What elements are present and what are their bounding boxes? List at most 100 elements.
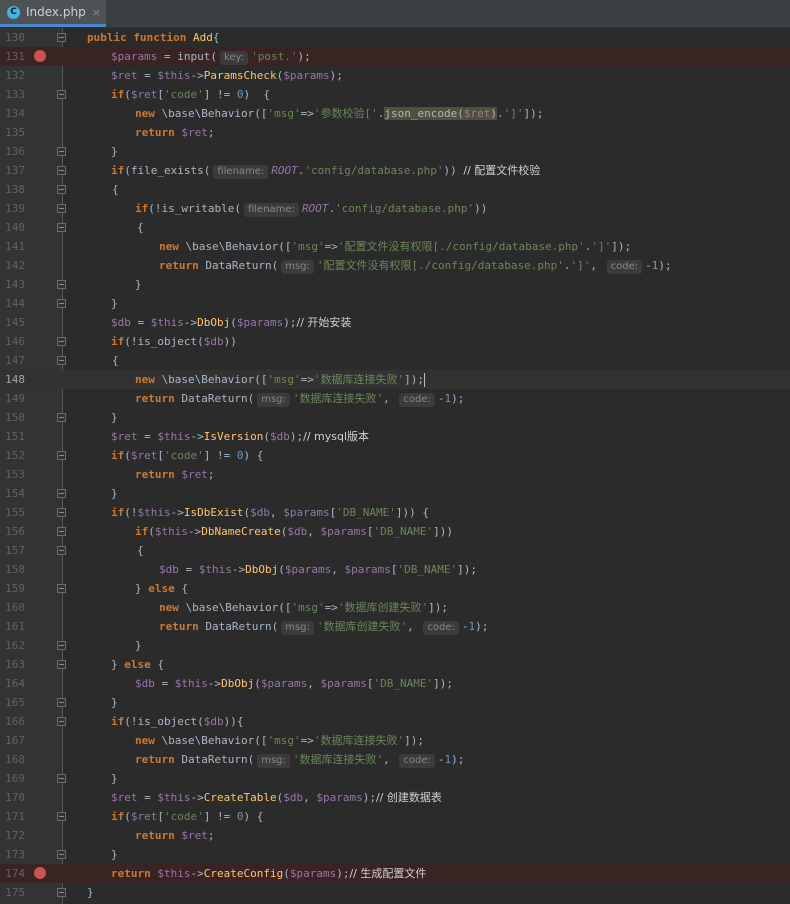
- line-number[interactable]: 149: [0, 389, 25, 408]
- code-line[interactable]: 173}: [0, 845, 790, 864]
- fold-toggle-icon[interactable]: [57, 204, 66, 213]
- line-number[interactable]: 157: [0, 541, 25, 560]
- line-number[interactable]: 146: [0, 332, 25, 351]
- line-number[interactable]: 154: [0, 484, 25, 503]
- code-editor[interactable]: 130 public function Add{131 $params = inpu…: [0, 28, 790, 904]
- fold-toggle-icon[interactable]: [57, 527, 66, 536]
- code-line[interactable]: 142 return DataReturn(msg: '配置文件没有权限[./con…: [0, 256, 790, 275]
- line-number[interactable]: 170: [0, 788, 25, 807]
- code-line[interactable]: 168 return DataReturn(msg: '数据库连接失败', code…: [0, 750, 790, 769]
- code-line[interactable]: 146 if(!is_object($db)): [0, 332, 790, 351]
- line-number[interactable]: 168: [0, 750, 25, 769]
- code-line[interactable]: 158 $db = $this->DbObj($params, $params['…: [0, 560, 790, 579]
- line-number[interactable]: 141: [0, 237, 25, 256]
- line-number[interactable]: 145: [0, 313, 25, 332]
- line-number[interactable]: 135: [0, 123, 25, 142]
- code-line[interactable]: 143}: [0, 275, 790, 294]
- breakpoint-icon[interactable]: [34, 867, 46, 879]
- code-line[interactable]: 130 public function Add{: [0, 28, 790, 47]
- code-line[interactable]: 175}: [0, 883, 790, 902]
- line-number[interactable]: 138: [0, 180, 25, 199]
- code-line[interactable]: 160 new \base\Behavior(['msg'=>'数据库创建失败']…: [0, 598, 790, 617]
- code-line[interactable]: 171 if($ret['code'] != 0) {: [0, 807, 790, 826]
- code-line[interactable]: 162}: [0, 636, 790, 655]
- line-number[interactable]: 173: [0, 845, 25, 864]
- code-line[interactable]: 170 $ret = $this->CreateTable($db, $param…: [0, 788, 790, 807]
- fold-toggle-icon[interactable]: [57, 698, 66, 707]
- line-number[interactable]: 167: [0, 731, 25, 750]
- line-number[interactable]: 165: [0, 693, 25, 712]
- fold-toggle-icon[interactable]: [57, 280, 66, 289]
- code-line[interactable]: 163} else {: [0, 655, 790, 674]
- fold-toggle-icon[interactable]: [57, 33, 66, 42]
- line-number[interactable]: 136: [0, 142, 25, 161]
- line-number[interactable]: 155: [0, 503, 25, 522]
- line-number[interactable]: 174: [0, 864, 25, 883]
- line-number[interactable]: 130: [0, 28, 25, 47]
- line-number[interactable]: 152: [0, 446, 25, 465]
- code-line[interactable]: 135 return $ret;: [0, 123, 790, 142]
- fold-toggle-icon[interactable]: [57, 546, 66, 555]
- fold-toggle-icon[interactable]: [57, 299, 66, 308]
- code-line[interactable]: 152 if($ret['code'] != 0) {: [0, 446, 790, 465]
- code-line[interactable]: 161 return DataReturn(msg: '数据库创建失败', code…: [0, 617, 790, 636]
- code-line[interactable]: 131 $params = input(key:'post.');: [0, 47, 790, 66]
- line-number[interactable]: 160: [0, 598, 25, 617]
- line-number[interactable]: 144: [0, 294, 25, 313]
- line-number[interactable]: 148: [0, 370, 25, 389]
- line-number[interactable]: 166: [0, 712, 25, 731]
- code-line[interactable]: 133 if($ret['code'] != 0) {: [0, 85, 790, 104]
- code-line[interactable]: 151 $ret = $this->IsVersion($db);// mysql…: [0, 427, 790, 446]
- line-number[interactable]: 159: [0, 579, 25, 598]
- line-number[interactable]: 139: [0, 199, 25, 218]
- fold-toggle-icon[interactable]: [57, 641, 66, 650]
- line-number[interactable]: 169: [0, 769, 25, 788]
- line-number[interactable]: 147: [0, 351, 25, 370]
- code-line[interactable]: 159} else {: [0, 579, 790, 598]
- code-line[interactable]: 167 new \base\Behavior(['msg'=>'数据库连接失败']…: [0, 731, 790, 750]
- fold-toggle-icon[interactable]: [57, 888, 66, 897]
- fold-toggle-icon[interactable]: [57, 508, 66, 517]
- fold-toggle-icon[interactable]: [57, 356, 66, 365]
- fold-toggle-icon[interactable]: [57, 717, 66, 726]
- code-line[interactable]: 138 {: [0, 180, 790, 199]
- fold-toggle-icon[interactable]: [57, 90, 66, 99]
- line-number[interactable]: 156: [0, 522, 25, 541]
- code-line[interactable]: 147 {: [0, 351, 790, 370]
- code-line[interactable]: 155 if(!$this->IsDbExist($db, $params['DB…: [0, 503, 790, 522]
- fold-toggle-icon[interactable]: [57, 850, 66, 859]
- line-number[interactable]: 164: [0, 674, 25, 693]
- tab-index-php[interactable]: C Index.php ×: [0, 0, 106, 27]
- fold-toggle-icon[interactable]: [57, 812, 66, 821]
- line-number[interactable]: 150: [0, 408, 25, 427]
- code-line[interactable]: 145 $db = $this->DbObj($params);// 开始安装: [0, 313, 790, 332]
- code-line[interactable]: 169}: [0, 769, 790, 788]
- code-line[interactable]: 140 {: [0, 218, 790, 237]
- line-number[interactable]: 142: [0, 256, 25, 275]
- line-number[interactable]: 175: [0, 883, 25, 902]
- fold-toggle-icon[interactable]: [57, 584, 66, 593]
- fold-toggle-icon[interactable]: [57, 223, 66, 232]
- line-number[interactable]: 132: [0, 66, 25, 85]
- code-line[interactable]: 137 if(file_exists(filename: ROOT.'config/…: [0, 161, 790, 180]
- fold-toggle-icon[interactable]: [57, 337, 66, 346]
- code-line[interactable]: 165}: [0, 693, 790, 712]
- code-line[interactable]: 148 new \base\Behavior(['msg'=>'数据库连接失败']…: [0, 370, 790, 389]
- line-number[interactable]: 134: [0, 104, 25, 123]
- line-number[interactable]: 143: [0, 275, 25, 294]
- line-number[interactable]: 131: [0, 47, 25, 66]
- code-line[interactable]: 172 return $ret;: [0, 826, 790, 845]
- code-line[interactable]: 149 return DataReturn(msg: '数据库连接失败', code…: [0, 389, 790, 408]
- code-line[interactable]: 174 return $this->CreateConfig($params);/…: [0, 864, 790, 883]
- line-number[interactable]: 153: [0, 465, 25, 484]
- line-number[interactable]: 163: [0, 655, 25, 674]
- fold-toggle-icon[interactable]: [57, 489, 66, 498]
- code-line[interactable]: 156 if($this->DbNameCreate($db, $params['…: [0, 522, 790, 541]
- fold-toggle-icon[interactable]: [57, 166, 66, 175]
- breakpoint-icon[interactable]: [34, 50, 46, 62]
- close-icon[interactable]: ×: [92, 6, 101, 19]
- code-line[interactable]: 166 if(!is_object($db)){: [0, 712, 790, 731]
- line-number[interactable]: 161: [0, 617, 25, 636]
- code-line[interactable]: 153 return $ret;: [0, 465, 790, 484]
- fold-toggle-icon[interactable]: [57, 660, 66, 669]
